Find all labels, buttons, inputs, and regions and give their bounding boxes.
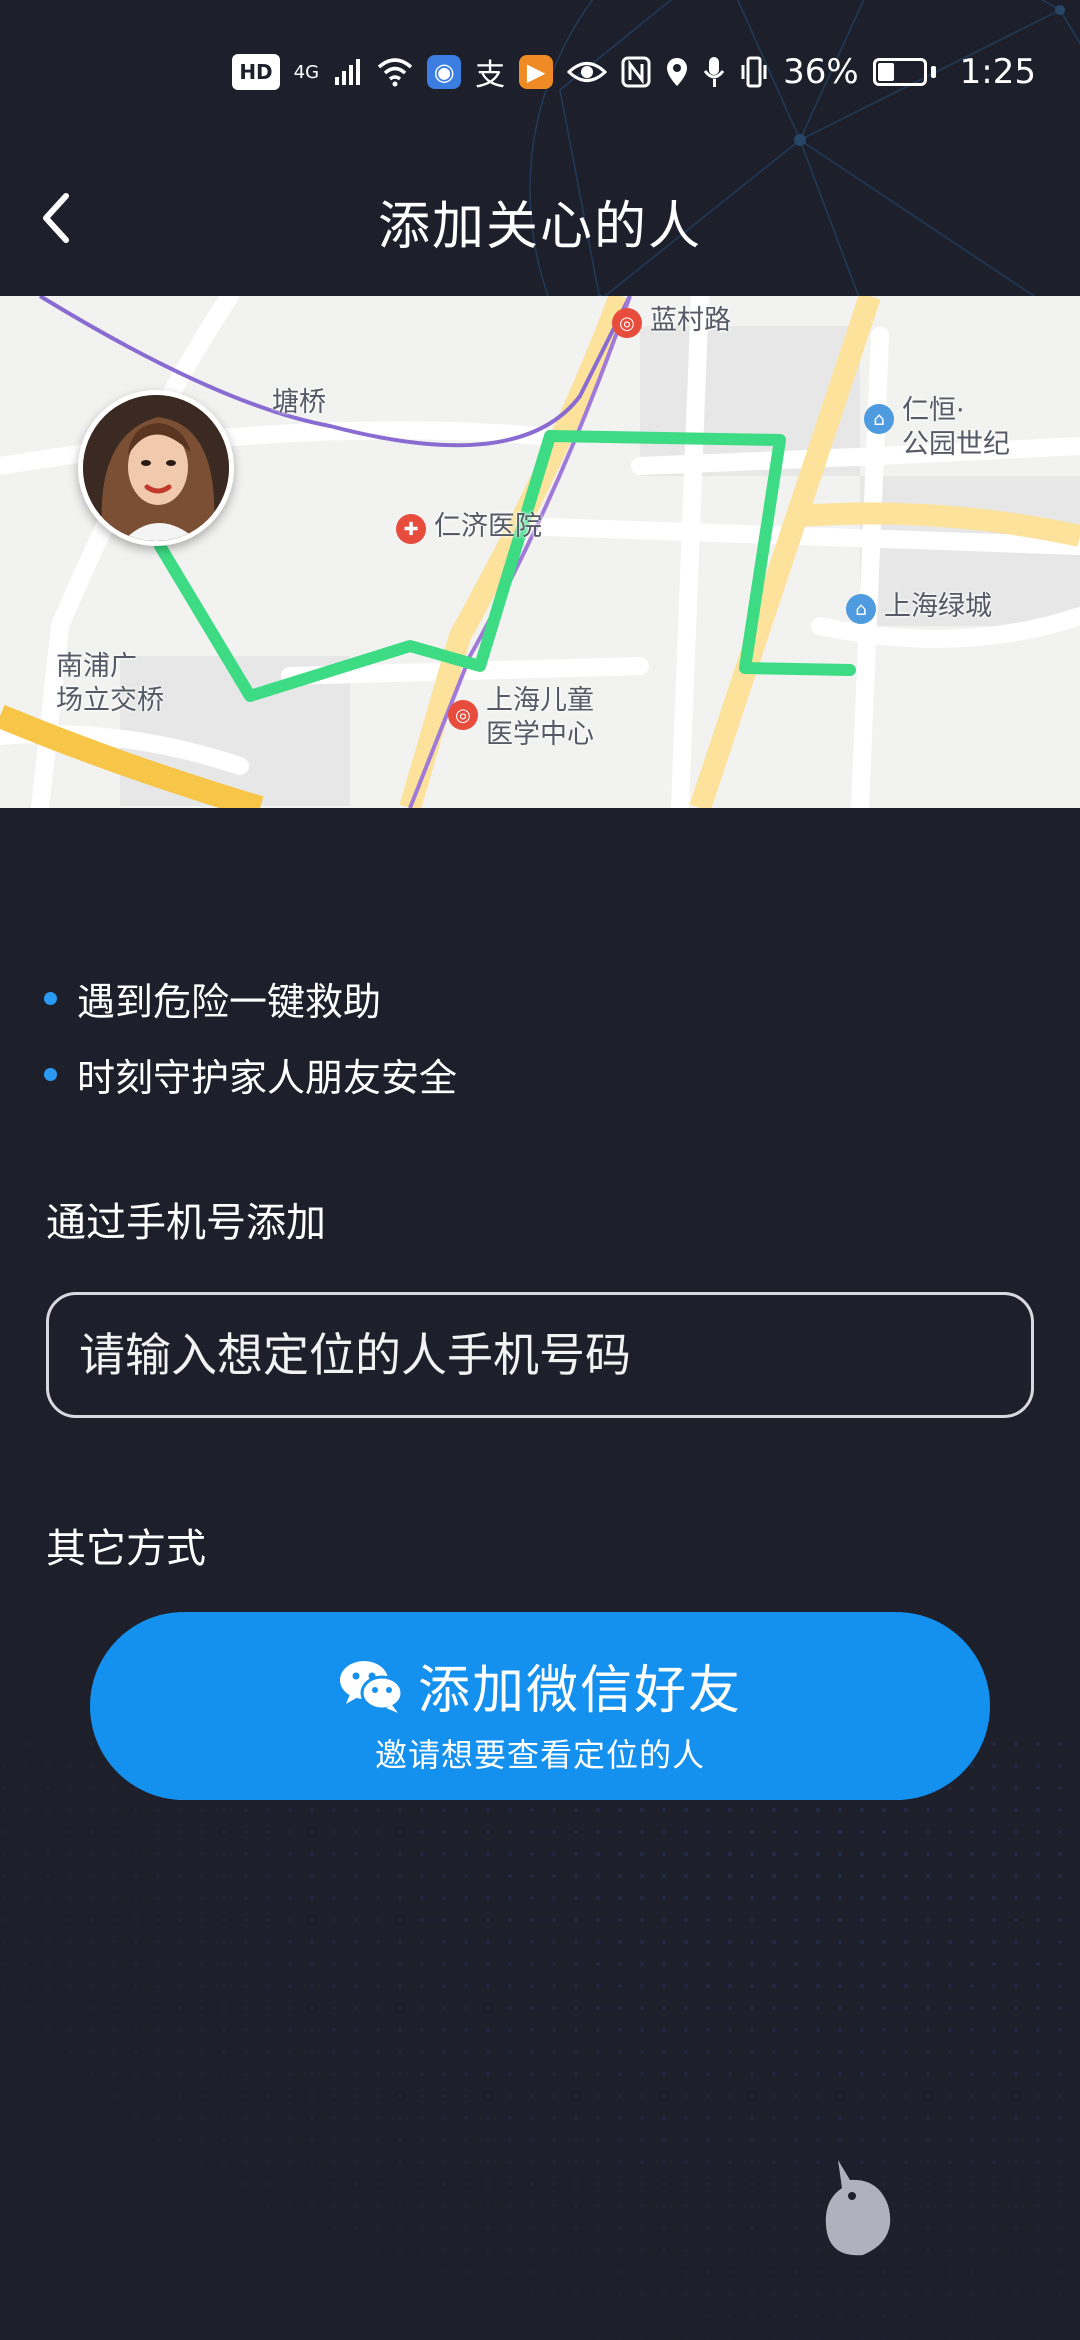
- map-label-renheng: 仁恒· 公园世纪: [902, 395, 1010, 460]
- avatar[interactable]: [78, 390, 234, 546]
- nfc-icon: [621, 52, 651, 92]
- route-map[interactable]: ◎ 蓝村路 塘桥 ⌂ 仁恒· 公园世纪 ✚ 仁济医院 ⌂ 上海绿城 南浦广 场立…: [0, 296, 1080, 808]
- map-label-renji-hospital: 仁济医院: [434, 511, 542, 542]
- page-title: 添加关心的人: [377, 197, 702, 257]
- phone-number-input[interactable]: [49, 1295, 1031, 1415]
- alipay-icon: 支: [475, 58, 506, 93]
- header: 添加关心的人: [0, 150, 1080, 296]
- wechat-button-main: 添加微信好友: [90, 1648, 990, 1723]
- feature-item: 遇到危险一键救助: [44, 960, 457, 1036]
- video-app-icon: ▶: [519, 55, 554, 89]
- hd-icon: HD: [232, 54, 280, 90]
- wifi-icon: [377, 52, 413, 92]
- metro-station-icon: ◎: [448, 700, 478, 730]
- avatar-portrait: [83, 395, 229, 541]
- bullet-dot: [44, 991, 57, 1005]
- bullet-dot: [44, 1067, 57, 1081]
- other-methods-title: 其它方式: [46, 1526, 206, 1572]
- map-label-lancun-road: 蓝村路: [650, 305, 731, 336]
- map-label-childrens-medical: 上海儿童 医学中心: [486, 685, 594, 750]
- battery-percent: 36%: [783, 52, 859, 92]
- status-bar: HD 4G ◉ 支 ▶ 36% 1:25: [0, 0, 1080, 150]
- location-pin-icon: [665, 52, 689, 92]
- hospital-icon: ✚: [396, 514, 426, 544]
- wechat-button-label: 添加微信好友: [417, 1661, 742, 1721]
- feature-text: 时刻守护家人朋友安全: [77, 1055, 458, 1100]
- map-label-shanghai-lvcheng: 上海绿城: [884, 591, 992, 622]
- phone-section-title: 通过手机号添加: [46, 1200, 326, 1246]
- add-wechat-friend-button[interactable]: 添加微信好友 邀请想要查看定位的人: [90, 1612, 990, 1800]
- feature-text: 遇到危险一键救助: [77, 979, 382, 1024]
- map-label-nanpu-bridge: 南浦广 场立交桥: [56, 651, 164, 716]
- vibrate-icon: [739, 52, 769, 92]
- phone-input-container: [46, 1292, 1034, 1418]
- feature-list: 遇到危险一键救助 时刻守护家人朋友安全: [44, 960, 457, 1112]
- microphone-icon: [703, 52, 725, 92]
- background-dots-decoration: [0, 1740, 1080, 2340]
- metro-station-icon: ◎: [612, 308, 642, 338]
- signal-bars-icon: [333, 52, 363, 92]
- location-app-icon: ◉: [427, 55, 462, 89]
- battery-icon: [872, 58, 936, 86]
- battery-fill: [877, 63, 894, 81]
- poi-pin-icon: ⌂: [864, 404, 894, 434]
- map-label-tangqiao: 塘桥: [272, 387, 326, 418]
- wechat-button-sublabel: 邀请想要查看定位的人: [374, 1736, 705, 1774]
- status-icons: HD 4G ◉ 支 ▶ 36% 1:25: [232, 52, 1036, 93]
- poi-pin-icon: ⌂: [846, 594, 876, 624]
- network-type: 4G: [293, 61, 320, 83]
- feature-item: 时刻守护家人朋友安全: [44, 1036, 457, 1112]
- watermark-logo-icon: [825, 2160, 891, 2256]
- wechat-icon: [339, 1660, 404, 1713]
- status-time: 1:25: [959, 52, 1036, 92]
- eye-icon: [567, 52, 608, 92]
